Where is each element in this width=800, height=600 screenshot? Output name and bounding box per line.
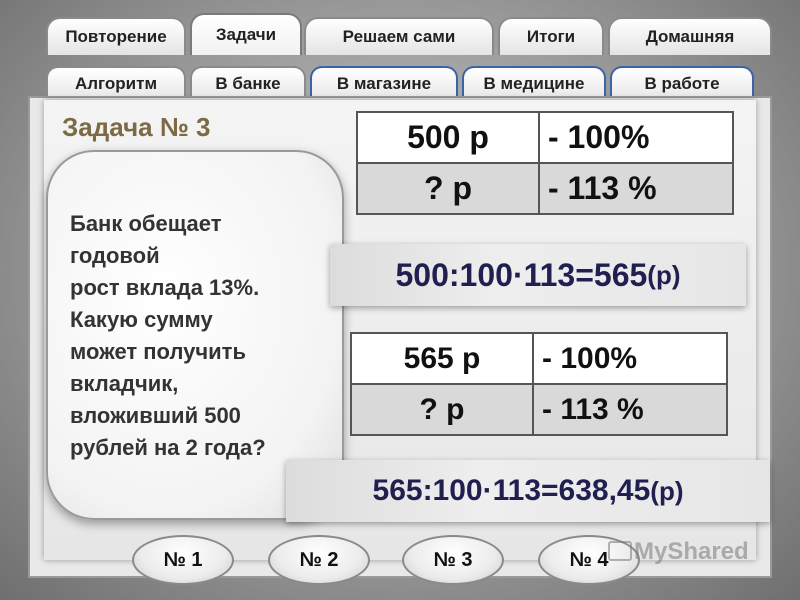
formula-2: 565:100·113=638,45 (р) [286,460,770,522]
tab-zadachi[interactable]: Задачи [190,13,302,55]
table-cell: ? р [350,383,534,436]
presentation-icon [608,541,632,561]
task-1-button[interactable]: № 1 [132,535,234,585]
table-row: ? р - 113 % [356,162,734,215]
tab-reshaem-sami[interactable]: Решаем сами [304,17,494,55]
subtab-v-banke[interactable]: В банке [190,66,306,100]
top-navigation: Повторение Задачи Решаем сами Итоги Дома… [0,0,800,110]
table-cell: - 100% [532,332,728,385]
task-text: Банк обещает годовой рост вклада 13%. Ка… [70,211,266,460]
task-3-button[interactable]: № 3 [402,535,504,585]
formula-2-main: 565:100·113=638,45 [372,474,651,507]
watermark: MyShared [608,538,749,566]
subtab-algoritm[interactable]: Алгоритм [46,66,186,100]
table-cell: - 100% [538,111,734,164]
table-cell: 500 р [356,111,540,164]
formula-2-unit: (р) [650,475,684,506]
task-title: Задача № 3 [62,112,211,142]
formula-1-unit: (р) [647,259,681,290]
table-row: ? р - 113 % [350,383,728,436]
proportion-table-2: 565 р - 100% ? р - 113 % [350,332,728,436]
formula-1-main: 500:100·113=565 [395,256,648,293]
tab-itogi[interactable]: Итоги [498,17,604,55]
table-cell: - 113 % [538,162,734,215]
subtab-v-rabote[interactable]: В работе [610,66,754,100]
table-cell: ? р [356,162,540,215]
table-cell: 565 р [350,332,534,385]
subtab-v-magazine[interactable]: В магазине [310,66,458,100]
tab-povtorenie[interactable]: Повторение [46,17,186,55]
watermark-text: MyShared [634,538,749,565]
table-row: 500 р - 100% [356,111,734,164]
proportion-table-1: 500 р - 100% ? р - 113 % [356,111,734,215]
task-2-button[interactable]: № 2 [268,535,370,585]
formula-1: 500:100·113=565 (р) [330,244,746,306]
table-cell: - 113 % [532,383,728,436]
tab-domashnyaya[interactable]: Домашняя [608,17,772,55]
table-row: 565 р - 100% [350,332,728,385]
subtab-v-medicine[interactable]: В медицине [462,66,606,100]
